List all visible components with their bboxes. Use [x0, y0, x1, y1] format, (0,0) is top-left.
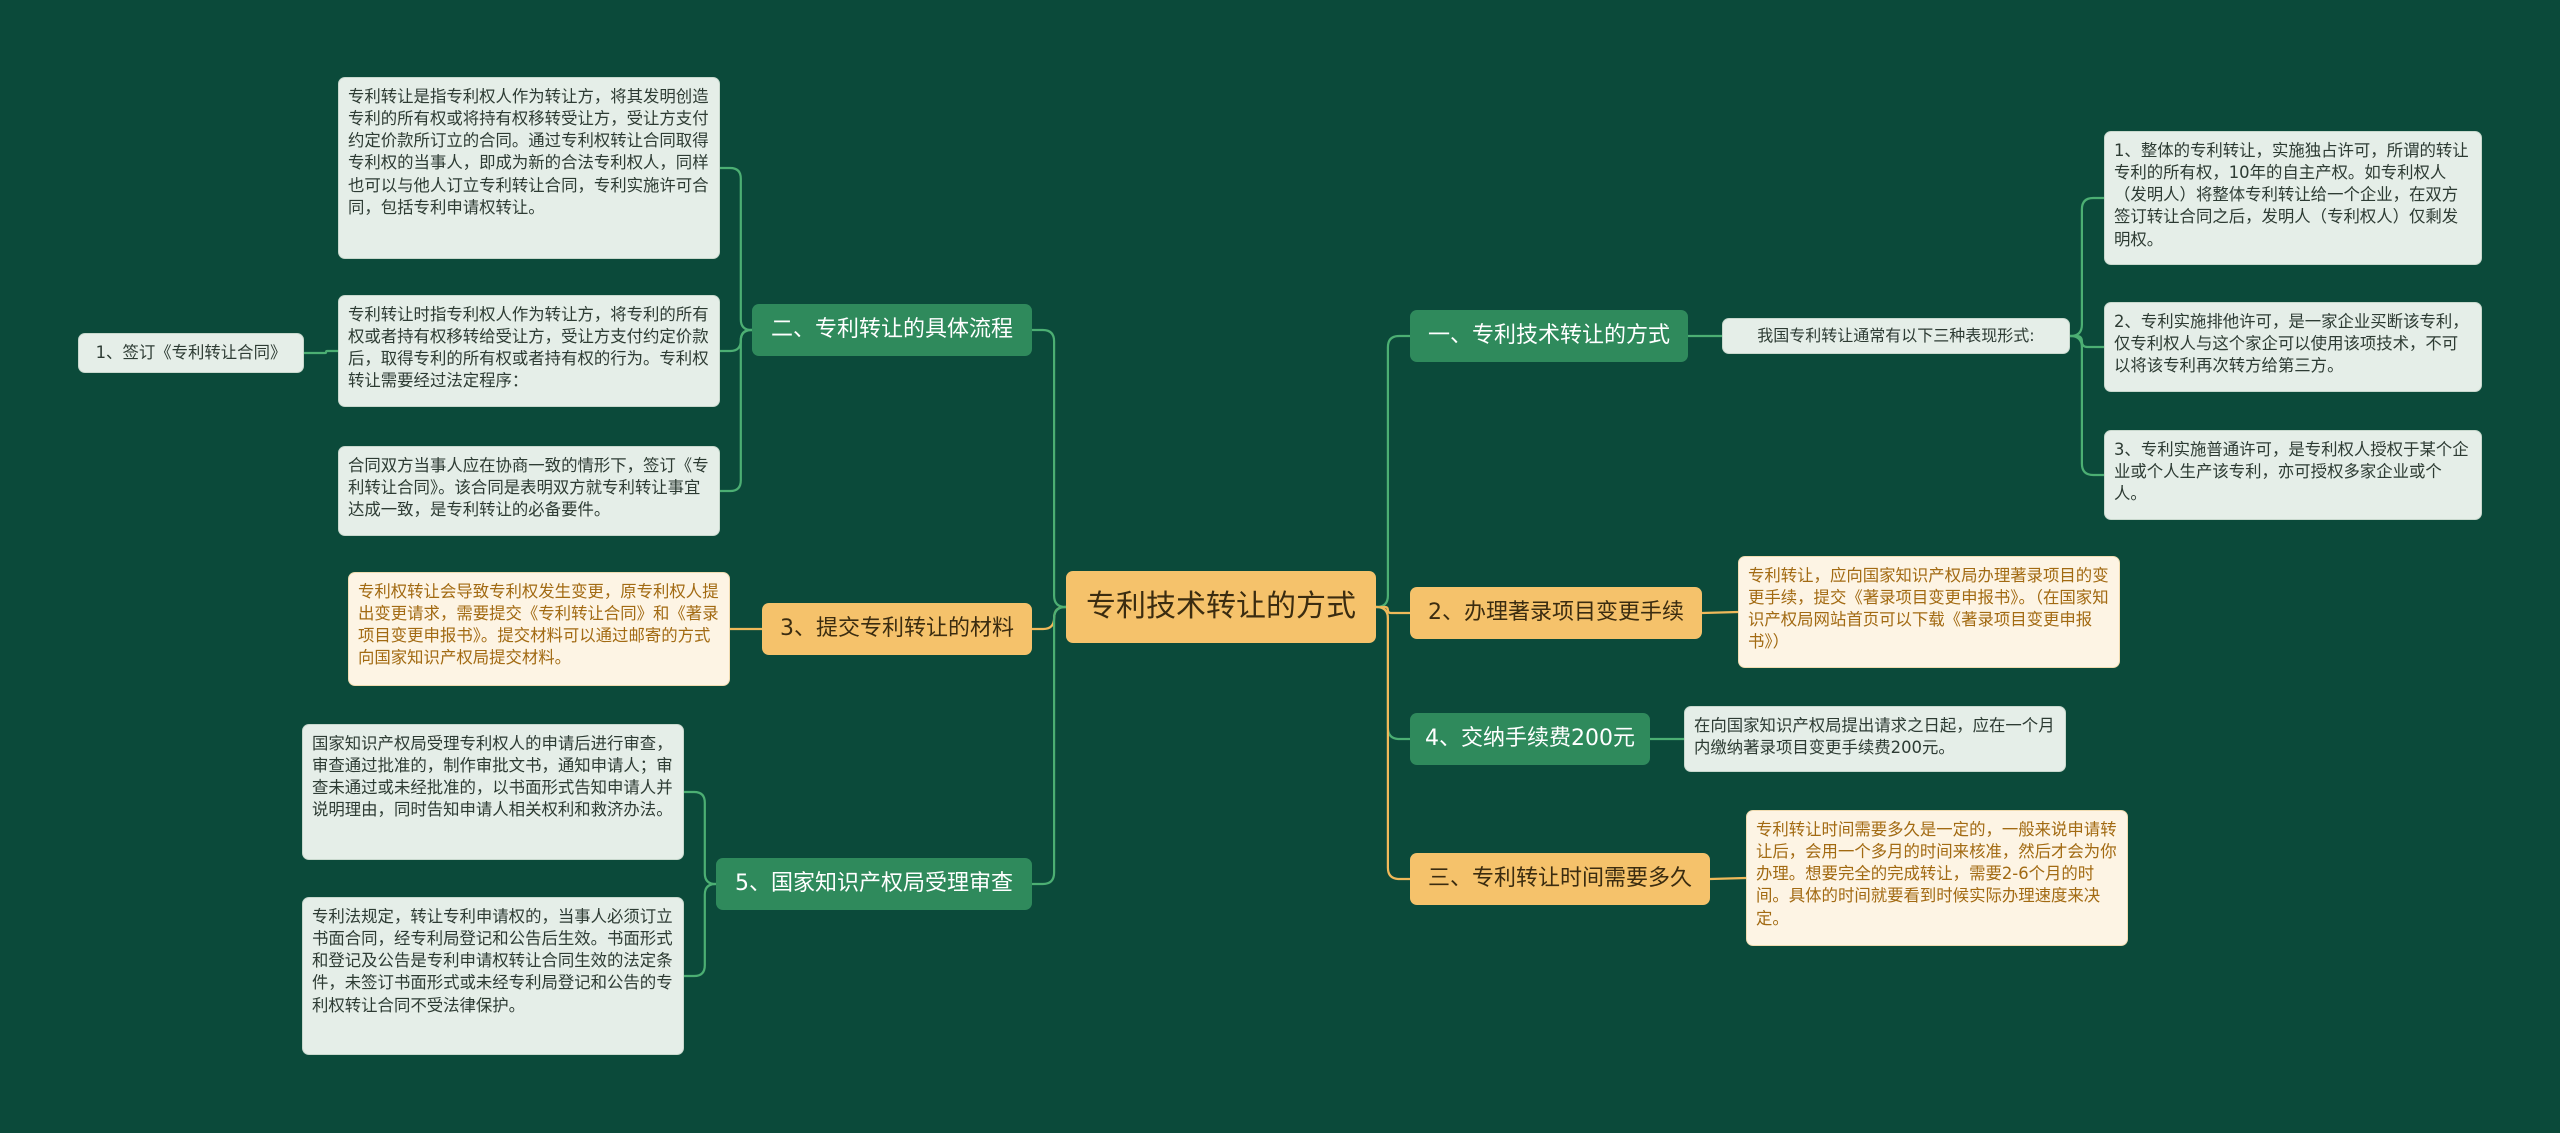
leaf-legal-requirement[interactable]: 专利法规定，转让专利申请权的，当事人必须订立书面合同，经专利局登记和公告后生效。… — [302, 897, 684, 1055]
branch-pay-fee[interactable]: 4、交纳手续费200元 — [1410, 713, 1650, 765]
leaf-duration-detail[interactable]: 专利转让时间需要多久是一定的，一般来说申请转让后，会用一个多月的时间来核准，然后… — [1746, 810, 2128, 946]
connector-b2-b2_1 — [1701, 610, 1739, 615]
leaf-change-registration[interactable]: 专利转让，应向国家知识产权局办理著录项目的变更手续，提交《著录项目变更申报书》。… — [1738, 556, 2120, 668]
leaf-transfer-intro[interactable]: 我国专利转让通常有以下三种表现形式: — [1722, 318, 2070, 354]
connector-root-b5 — [1032, 328, 1066, 609]
connector-b5_2-b5_2_1 — [304, 349, 338, 355]
branch-specific-process[interactable]: 二、专利转让的具体流程 — [752, 304, 1032, 356]
leaf-review-process[interactable]: 国家知识产权局受理专利权人的申请后进行审查，审查通过批准的，制作审批文书，通知申… — [302, 724, 684, 860]
branch-change-registration[interactable]: 2、办理著录项目变更手续 — [1410, 587, 1702, 639]
leaf-transfer-definition[interactable]: 专利转让是指专利权人作为转让方，将其发明创造专利的所有权或将持有权移转受让方，受… — [338, 77, 720, 259]
connector-root-b6 — [1032, 605, 1066, 631]
connector-b7-b7_2 — [684, 882, 716, 978]
connector-b5-b5_3 — [720, 328, 752, 493]
connector-b1_intro-b1_3 — [2070, 334, 2104, 477]
connector-b5-b5_1 — [720, 166, 752, 332]
connector-root-b4 — [1376, 605, 1410, 881]
leaf-ordinary-license[interactable]: 3、专利实施普通许可，是专利权人授权于某个企业或个人生产该专利，亦可授权多家企业… — [2104, 430, 2482, 520]
leaf-fee-detail[interactable]: 在向国家知识产权局提出请求之日起，应在一个月内缴纳著录项目变更手续费200元。 — [1684, 706, 2066, 772]
branch-review[interactable]: 5、国家知识产权局受理审查 — [716, 858, 1032, 910]
leaf-submit-materials[interactable]: 专利权转让会导致专利权发生变更，原专利权人提出变更请求，需要提交《专利转让合同》… — [348, 572, 730, 686]
connector-root-b3 — [1376, 605, 1410, 741]
leaf-transfer-procedure[interactable]: 专利转让时指专利权人作为转让方，将专利的所有权或者持有权移转给受让方，受让方支付… — [338, 295, 720, 407]
root-topic[interactable]: 专利技术转让的方式 — [1066, 571, 1376, 643]
connector-b1_intro-b1_1 — [2070, 196, 2104, 338]
leaf-sign-contract[interactable]: 1、签订《专利转让合同》 — [78, 333, 304, 373]
connector-root-b1 — [1376, 334, 1410, 609]
leaf-exclusive-license[interactable]: 2、专利实施排他许可，是一家企业买断该专利，仅专利权人与这个家企可以使用该项技术… — [2104, 302, 2482, 392]
connector-b5-b5_2 — [720, 328, 752, 353]
leaf-whole-transfer[interactable]: 1、整体的专利转让，实施独占许可，所谓的转让专利的所有权，10年的自主产权。如专… — [2104, 131, 2482, 265]
branch-transfer-methods[interactable]: 一、专利技术转让的方式 — [1410, 310, 1688, 362]
connector-b7-b7_1 — [684, 790, 716, 886]
branch-submit-materials[interactable]: 3、提交专利转让的材料 — [762, 603, 1032, 655]
branch-transfer-duration[interactable]: 三、专利转让时间需要多久 — [1410, 853, 1710, 905]
mind-map-canvas: 专利技术转让的方式 一、专利技术转让的方式 2、办理著录项目变更手续 4、交纳手… — [0, 0, 2560, 1133]
connector-root-b7 — [1032, 605, 1066, 886]
leaf-contract-agreement[interactable]: 合同双方当事人应在协商一致的情形下，签订《专利转让合同》。该合同是表明双方就专利… — [338, 446, 720, 536]
connector-b4-b4_1 — [1709, 876, 1747, 881]
